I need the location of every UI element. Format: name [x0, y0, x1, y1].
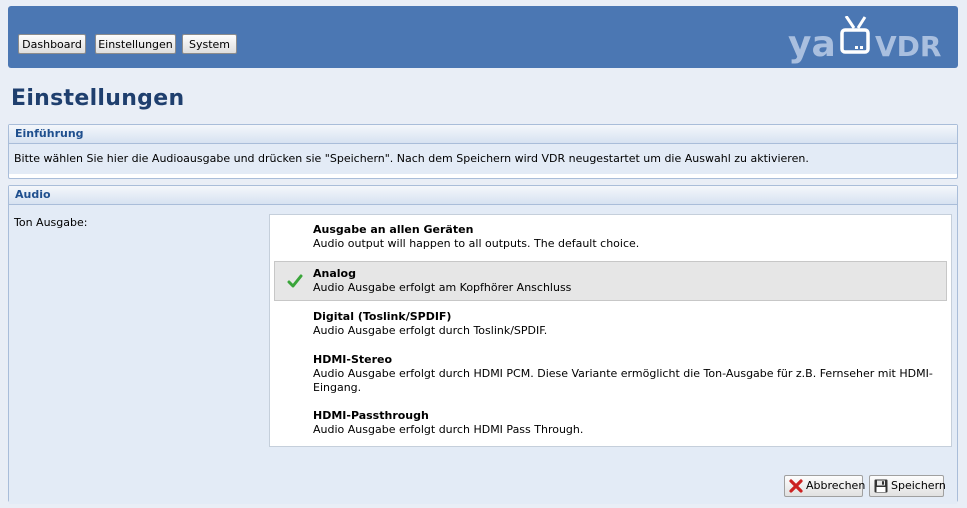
intro-panel: Einführung Bitte wählen Sie hier die Aud…	[8, 124, 958, 179]
audio-output-list: Ausgabe an allen Geräten Audio output wi…	[269, 214, 952, 447]
option-title: Digital (Toslink/SPDIF)	[313, 310, 452, 323]
checkmark-icon	[287, 274, 303, 288]
page-title: Einstellungen	[11, 86, 185, 111]
logo-ya-text: ya	[788, 24, 836, 64]
intro-text: Bitte wählen Sie hier die Audioausgabe u…	[9, 144, 957, 174]
save-button-label: Speichern	[891, 479, 946, 492]
cancel-button-label: Abbrechen	[806, 479, 866, 492]
floppy-disk-icon	[874, 479, 888, 493]
yavdr-logo: ya VDR	[788, 16, 941, 64]
save-button[interactable]: Speichern	[869, 475, 946, 497]
option-description: Audio output will happen to all outputs.…	[313, 237, 640, 250]
option-description: Audio Ausgabe erfolgt durch Toslink/SPDI…	[313, 324, 548, 337]
top-header: Dashboard Einstellungen System ya VDR	[8, 6, 958, 68]
ton-ausgabe-label: Ton Ausgabe:	[14, 216, 88, 229]
nav-system-button[interactable]: System	[182, 34, 237, 54]
logo-vdr-text: VDR	[875, 30, 941, 63]
nav-einstellungen-button[interactable]: Einstellungen	[95, 34, 176, 54]
list-item-alle-geraete[interactable]: Ausgabe an allen Geräten Audio output wi…	[274, 219, 947, 257]
cancel-icon	[789, 479, 803, 493]
audio-panel: Audio Ton Ausgabe: Ausgabe an allen Gerä…	[8, 185, 958, 504]
list-item-digital[interactable]: Digital (Toslink/SPDIF) Audio Ausgabe er…	[274, 305, 947, 343]
option-title: HDMI-Stereo	[313, 353, 393, 366]
audio-panel-body: Ton Ausgabe: Ausgabe an allen Geräten Au…	[9, 205, 957, 504]
cancel-button[interactable]: Abbrechen	[784, 475, 866, 497]
option-description: Audio Ausgabe erfolgt durch HDMI PCM. Di…	[313, 367, 933, 394]
intro-panel-heading: Einführung	[9, 125, 957, 144]
tv-icon	[840, 16, 870, 54]
option-title: Analog	[313, 267, 356, 280]
option-description: Audio Ausgabe erfolgt am Kopfhörer Ansch…	[313, 281, 572, 294]
option-title: HDMI-Passthrough	[313, 409, 429, 422]
audio-panel-heading: Audio	[9, 186, 957, 205]
nav-dashboard-button[interactable]: Dashboard	[18, 34, 86, 54]
list-item-hdmi-passthrough[interactable]: HDMI-Passthrough Audio Ausgabe erfolgt d…	[274, 405, 947, 443]
list-item-hdmi-stereo[interactable]: HDMI-Stereo Audio Ausgabe erfolgt durch …	[274, 348, 947, 400]
option-title: Ausgabe an allen Geräten	[313, 223, 474, 236]
list-item-analog[interactable]: Analog Audio Ausgabe erfolgt am Kopfhöre…	[274, 261, 947, 301]
option-description: Audio Ausgabe erfolgt durch HDMI Pass Th…	[313, 423, 584, 436]
